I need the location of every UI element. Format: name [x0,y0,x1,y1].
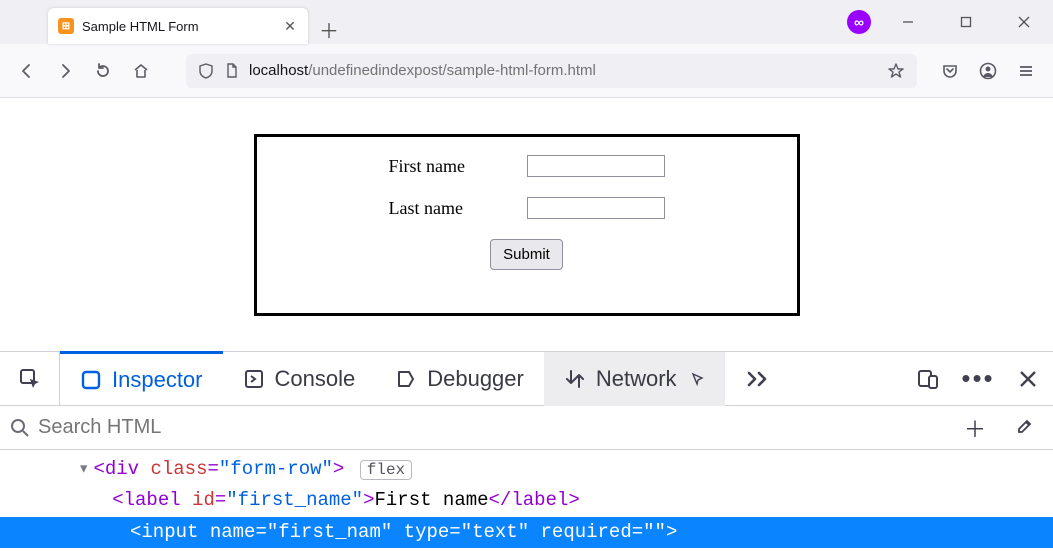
submit-button[interactable]: Submit [490,239,563,270]
responsive-design-button[interactable] [903,352,953,406]
browser-tab[interactable]: ⊞ Sample HTML Form ✕ [48,8,308,44]
inspector-tab[interactable]: Inspector [60,351,223,405]
first-name-input[interactable] [527,155,665,177]
network-tab[interactable]: Network [544,352,725,406]
shield-icon [198,63,214,79]
tab-title: Sample HTML Form [82,19,274,34]
dom-search-input[interactable] [38,406,947,449]
dom-tree[interactable]: ▾<div class="form-row"> flex <label id="… [0,450,1053,548]
dom-search-bar: ＋ [0,406,1053,450]
account-button[interactable] [971,54,1005,88]
bookmark-star-icon[interactable] [887,62,905,80]
page-viewport: First name Last name Submit [0,98,1053,351]
devtools-tabbar: Inspector Console Debugger Network ••• [0,352,1053,406]
devtools-menu-button[interactable]: ••• [953,352,1003,406]
page-icon [224,63,239,78]
reload-button[interactable] [86,54,120,88]
form-row-last: Last name [389,197,665,219]
window-controls [879,0,1053,44]
devtools-close-button[interactable] [1003,352,1053,406]
url-text: localhost/undefinedindexpost/sample-html… [249,62,596,79]
browser-toolbar: localhost/undefinedindexpost/sample-html… [0,44,1053,98]
element-picker-button[interactable] [0,352,60,406]
forward-button[interactable] [48,54,82,88]
cursor-icon [691,372,705,386]
xampp-favicon: ⊞ [58,18,74,34]
console-tab[interactable]: Console [223,352,376,406]
tabs-overflow-button[interactable] [733,369,783,389]
maximize-button[interactable] [937,0,995,44]
browser-titlebar: ⊞ Sample HTML Form ✕ ＋ ∞ [0,0,1053,44]
form-row-first: First name [389,155,665,177]
app-menu-button[interactable] [1009,54,1043,88]
sample-form: First name Last name Submit [254,134,800,316]
close-window-button[interactable] [995,0,1053,44]
eyedropper-button[interactable] [1003,418,1043,438]
new-node-button[interactable]: ＋ [955,412,995,444]
last-name-input[interactable] [527,197,665,219]
search-icon [10,418,30,438]
extension-icon[interactable]: ∞ [847,10,871,34]
url-bar[interactable]: localhost/undefinedindexpost/sample-html… [186,54,917,88]
debugger-tab[interactable]: Debugger [375,352,544,406]
home-button[interactable] [124,54,158,88]
minimize-button[interactable] [879,0,937,44]
new-tab-button[interactable]: ＋ [314,14,344,44]
close-tab-icon[interactable]: ✕ [282,18,298,34]
devtools-panel: Inspector Console Debugger Network ••• [0,351,1053,551]
first-name-label: First name [389,156,489,177]
back-button[interactable] [10,54,44,88]
pocket-button[interactable] [933,54,967,88]
last-name-label: Last name [389,198,489,219]
